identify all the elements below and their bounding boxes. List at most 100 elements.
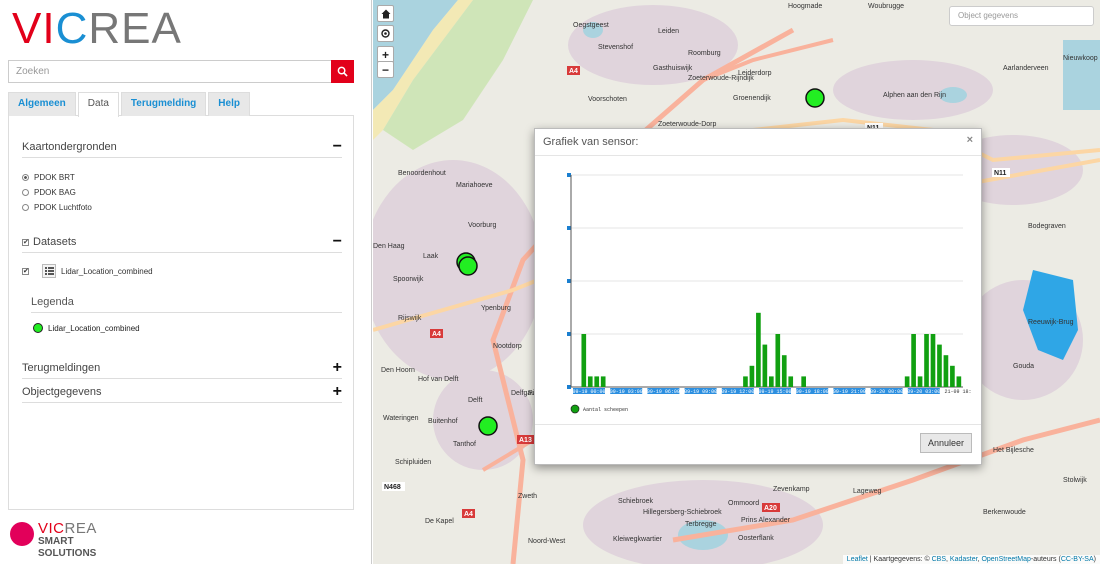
legend-label: Lidar_Location_combined bbox=[48, 323, 140, 333]
x-tick-label: 09-19 15:00 bbox=[758, 389, 791, 395]
chart-bar bbox=[911, 334, 916, 387]
place-label: Delft bbox=[468, 397, 482, 404]
x-tick-label: 09-19 21:00 bbox=[833, 389, 866, 395]
dataset-layer-row[interactable]: ✔ Lidar_Location_combined bbox=[22, 264, 153, 278]
section-title: Kaartondergronden bbox=[22, 141, 117, 153]
chart-bar bbox=[587, 376, 593, 387]
x-tick-label: 21-09 18:00 bbox=[944, 389, 971, 395]
place-label: Schiebroek bbox=[618, 498, 654, 505]
home-button[interactable] bbox=[377, 5, 394, 22]
place-label: Wateringen bbox=[383, 415, 419, 422]
chart-bar bbox=[788, 376, 794, 387]
section-terugmeldingen[interactable]: Terugmeldingen + bbox=[22, 357, 342, 379]
cancel-button[interactable]: Annuleer bbox=[919, 433, 972, 453]
expand-toggle[interactable]: + bbox=[333, 381, 342, 403]
radio-button[interactable] bbox=[22, 174, 29, 181]
urban-alphen bbox=[833, 60, 993, 120]
basemap-label: PDOK Luchtfoto bbox=[34, 203, 92, 212]
collapse-toggle[interactable]: − bbox=[333, 136, 342, 158]
vicrea-smart-solutions-logo: VICREA SMART SOLUTIONS bbox=[10, 518, 120, 562]
footer-logo-name: VICREA bbox=[38, 520, 97, 537]
place-label: Voorburg bbox=[468, 222, 497, 229]
section-objectgegevens[interactable]: Objectgegevens + bbox=[22, 381, 342, 403]
tab-help[interactable]: Help bbox=[208, 92, 250, 116]
radio-button[interactable] bbox=[22, 189, 29, 196]
y-tick-mark bbox=[567, 226, 571, 230]
place-label: Den Hoorn bbox=[381, 367, 415, 374]
chart-bar bbox=[781, 355, 787, 387]
place-label: Oosterflank bbox=[738, 535, 774, 542]
list-icon[interactable] bbox=[42, 264, 56, 278]
lake-east bbox=[1063, 40, 1100, 110]
chart-bar bbox=[801, 376, 806, 387]
object-gegevens-box[interactable]: Object gegevens bbox=[949, 6, 1094, 26]
basemap-pdok-brt[interactable]: PDOK BRT bbox=[22, 173, 75, 182]
chart-bar bbox=[775, 334, 781, 387]
tab-terugmelding[interactable]: Terugmelding bbox=[120, 92, 207, 116]
x-tick-label: 09-20 03:00 bbox=[907, 389, 940, 395]
logo-part-rea: REA bbox=[88, 4, 182, 53]
chart-bar bbox=[950, 365, 955, 387]
close-icon[interactable]: × bbox=[967, 134, 973, 146]
search-button[interactable] bbox=[331, 60, 354, 83]
tab-algemeen[interactable]: Algemeen bbox=[8, 92, 76, 116]
basemap-pdok-bag[interactable]: PDOK BAG bbox=[22, 188, 76, 197]
place-label: Hof van Delft bbox=[418, 376, 459, 383]
x-tick-label: 09-19 00:00 bbox=[572, 389, 605, 395]
chart-bar bbox=[743, 376, 748, 387]
place-label: Rijswijk bbox=[398, 315, 422, 322]
place-label: Nieuwkoop bbox=[1063, 55, 1098, 62]
place-label: Ypenburg bbox=[481, 305, 511, 312]
place-label: Oegstgeest bbox=[573, 22, 609, 29]
place-label: Tanthof bbox=[453, 441, 476, 448]
legend-label: Aantal scheepen bbox=[583, 407, 628, 413]
chart-bar bbox=[904, 376, 910, 387]
section-datasets[interactable]: ✔ Datasets − bbox=[22, 231, 342, 253]
sensor-marker bbox=[478, 416, 498, 436]
place-label: Kleiwegkwartier bbox=[613, 536, 663, 543]
chart-bar bbox=[600, 376, 606, 387]
x-tick-label: 09-20 00:00 bbox=[870, 389, 903, 395]
license-link[interactable]: CC-BY-SA bbox=[1061, 556, 1094, 563]
datasets-checkbox[interactable]: ✔ bbox=[22, 238, 29, 246]
bulb-icon bbox=[10, 522, 34, 546]
y-tick-mark bbox=[567, 173, 571, 177]
basemap-label: PDOK BAG bbox=[34, 188, 76, 197]
chart-bar bbox=[594, 376, 600, 387]
legend-item: Lidar_Location_combined bbox=[33, 323, 140, 333]
place-label: De Kapel bbox=[425, 518, 454, 525]
chart-bar bbox=[917, 376, 923, 387]
kadaster-link[interactable]: Kadaster bbox=[950, 556, 978, 563]
zoom-out-button[interactable]: − bbox=[377, 61, 394, 78]
place-label: Nootdorp bbox=[493, 343, 522, 350]
place-label: Zweth bbox=[518, 493, 537, 500]
radio-button[interactable] bbox=[22, 204, 29, 211]
osm-link[interactable]: OpenStreetMap bbox=[981, 556, 1030, 563]
locate-button[interactable] bbox=[377, 25, 394, 42]
leaflet-link[interactable]: Leaflet bbox=[847, 556, 868, 563]
cbs-link[interactable]: CBS bbox=[932, 556, 946, 563]
legend-marker bbox=[570, 404, 580, 414]
road-label: A13 bbox=[519, 437, 532, 444]
place-label: Prins Alexander bbox=[741, 517, 791, 524]
layer-checkbox[interactable]: ✔ bbox=[22, 267, 29, 275]
place-label: Het Bijlesche bbox=[993, 447, 1034, 454]
tab-data[interactable]: Data bbox=[77, 92, 119, 117]
collapse-toggle[interactable]: − bbox=[333, 231, 342, 253]
place-label: Zoeterwoude-Rijndijk bbox=[688, 75, 754, 82]
place-label: Alphen aan den Rijn bbox=[883, 92, 946, 99]
place-label: Roomburg bbox=[688, 50, 721, 57]
place-label: Schipluiden bbox=[395, 459, 431, 466]
place-label: Benoordenhout bbox=[398, 170, 446, 177]
logo-part-c: C bbox=[55, 4, 89, 53]
chart-bar bbox=[756, 312, 761, 387]
place-label: Groenendijk bbox=[733, 95, 771, 102]
place-label: Lageweg bbox=[853, 488, 882, 495]
place-label: Laak bbox=[423, 253, 439, 260]
expand-toggle[interactable]: + bbox=[333, 357, 342, 379]
search-input[interactable] bbox=[8, 60, 331, 83]
sidebar: VICREA Algemeen Data Terugmelding Help K… bbox=[0, 0, 372, 564]
section-kaartondergronden[interactable]: Kaartondergronden − bbox=[22, 136, 342, 158]
place-label: Ommoord bbox=[728, 500, 759, 507]
basemap-pdok-luchtfoto[interactable]: PDOK Luchtfoto bbox=[22, 203, 92, 212]
